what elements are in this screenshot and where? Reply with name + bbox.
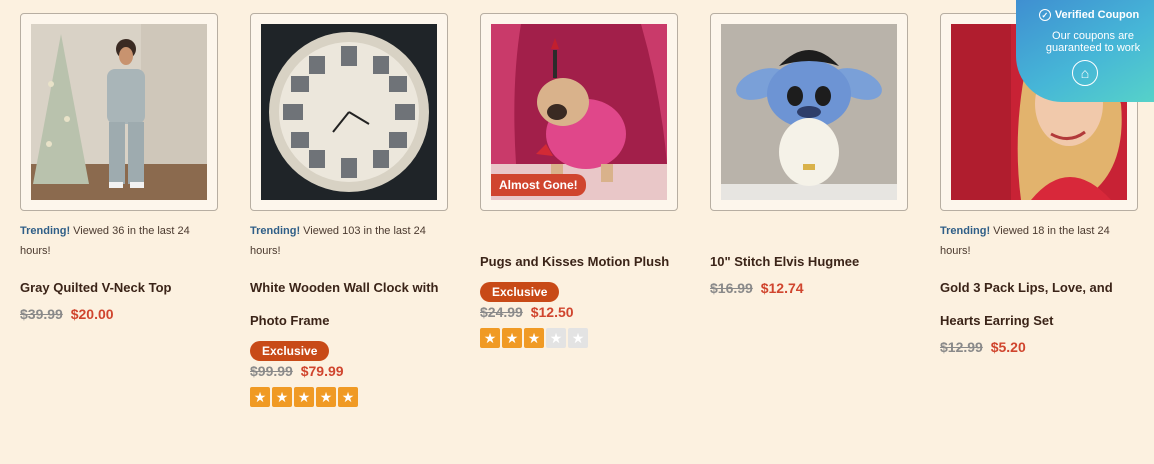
coupon-badge-icon: ⌂ bbox=[1072, 60, 1098, 86]
original-price: $12.99 bbox=[940, 339, 983, 355]
product-image: Almost Gone! bbox=[491, 24, 667, 200]
trending-notice: Trending! Viewed 36 in the last 24 hours… bbox=[20, 225, 190, 257]
price-row: $16.99 $12.74 bbox=[710, 280, 908, 296]
product-image bbox=[261, 24, 437, 200]
star-rating: ★ ★ ★ ★ ★ bbox=[480, 328, 678, 348]
product-image bbox=[721, 24, 897, 200]
almost-gone-badge: Almost Gone! bbox=[491, 174, 586, 196]
star-icon: ★ bbox=[316, 387, 336, 407]
price-row: $24.99 $12.50 bbox=[480, 304, 678, 320]
product-image bbox=[31, 24, 207, 200]
price-row: $39.99 $20.00 bbox=[20, 306, 218, 322]
original-price: $99.99 bbox=[250, 363, 293, 379]
coupon-text: Our coupons are guaranteed to work bbox=[1045, 30, 1141, 54]
check-circle-icon: ✓ bbox=[1038, 9, 1051, 21]
exclusive-badge: Exclusive bbox=[250, 341, 330, 361]
star-icon: ★ bbox=[502, 328, 522, 348]
star-icon: ★ bbox=[250, 387, 270, 407]
product-title[interactable]: Gold 3 Pack Lips, Love, and Hearts Earri… bbox=[940, 271, 1126, 337]
product-title[interactable]: Gray Quilted V-Neck Top bbox=[20, 271, 218, 304]
star-icon: ★ bbox=[546, 328, 566, 348]
sale-price: $12.50 bbox=[530, 304, 574, 320]
star-icon: ★ bbox=[294, 387, 314, 407]
product-card: Almost Gone! Pugs and Kisses Motion Plus… bbox=[480, 13, 678, 348]
star-icon: ★ bbox=[338, 387, 358, 407]
product-grid: Trending! Viewed 36 in the last 24 hours… bbox=[20, 13, 1154, 464]
sale-price: $79.99 bbox=[300, 363, 344, 379]
star-icon: ★ bbox=[480, 328, 500, 348]
product-image-frame[interactable] bbox=[20, 13, 218, 211]
trending-notice: Trending! Viewed 18 in the last 24 hours… bbox=[940, 225, 1110, 257]
original-price: $16.99 bbox=[710, 280, 753, 296]
exclusive-badge: Exclusive bbox=[480, 282, 560, 302]
product-image-frame[interactable]: Almost Gone! bbox=[480, 13, 678, 211]
trending-notice: Trending! Viewed 103 in the last 24 hour… bbox=[250, 225, 426, 257]
product-image-frame[interactable] bbox=[250, 13, 448, 211]
price-row: $99.99 $79.99 bbox=[250, 363, 448, 379]
sale-price: $12.74 bbox=[760, 280, 804, 296]
star-icon: ★ bbox=[568, 328, 588, 348]
sale-price: $20.00 bbox=[70, 306, 114, 322]
star-rating: ★ ★ ★ ★ ★ bbox=[250, 387, 448, 407]
star-icon: ★ bbox=[272, 387, 292, 407]
product-title[interactable]: White Wooden Wall Clock with Photo Frame bbox=[250, 271, 446, 337]
product-title[interactable]: Pugs and Kisses Motion Plush bbox=[480, 245, 678, 278]
product-card: Trending! Viewed 36 in the last 24 hours… bbox=[20, 13, 218, 322]
product-card: 10" Stitch Elvis Hugmee $16.99 $12.74 bbox=[710, 13, 908, 296]
original-price: $24.99 bbox=[480, 304, 523, 320]
star-icon: ★ bbox=[524, 328, 544, 348]
original-price: $39.99 bbox=[20, 306, 63, 322]
product-card: Trending! Viewed 103 in the last 24 hour… bbox=[250, 13, 448, 407]
product-title[interactable]: 10" Stitch Elvis Hugmee bbox=[710, 245, 908, 278]
verified-coupon-banner[interactable]: ✓ Verified Coupon Our coupons are guaran… bbox=[1016, 0, 1154, 102]
coupon-title: Verified Coupon bbox=[1054, 9, 1140, 21]
price-row: $12.99 $5.20 bbox=[940, 339, 1138, 355]
sale-price: $5.20 bbox=[990, 339, 1026, 355]
product-image-frame[interactable] bbox=[710, 13, 908, 211]
